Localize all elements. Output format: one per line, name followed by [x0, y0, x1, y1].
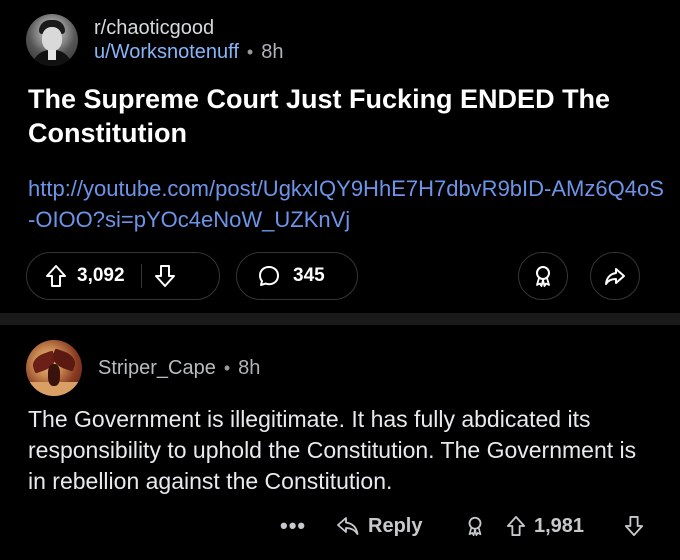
comment-award-button[interactable]	[464, 508, 486, 544]
post-action-bar: 3,092 345	[26, 252, 654, 302]
comment-meta-separator: •	[223, 357, 231, 378]
speech-bubble-icon	[257, 264, 281, 288]
meta-separator: •	[246, 42, 254, 62]
subreddit-name[interactable]: r/chaoticgood	[94, 16, 283, 40]
post-header: r/chaoticgood u/Worksnotenuff • 8h	[26, 14, 283, 66]
upvote-arrow-icon[interactable]	[506, 515, 526, 537]
comment-downvote-button[interactable]	[624, 508, 644, 544]
comment-header: Striper_Cape • 8h	[26, 340, 260, 396]
comment-score: 1,981	[534, 514, 585, 537]
share-button[interactable]	[590, 252, 640, 300]
award-ribbon-icon	[464, 514, 486, 538]
post-link[interactable]: http://youtube.com/post/UgkxIQY9HhE7H7db…	[28, 173, 668, 235]
comment-body: The Government is illegitimate. It has f…	[28, 406, 637, 494]
downvote-arrow-icon[interactable]	[154, 264, 176, 288]
award-ribbon-icon	[531, 264, 555, 288]
comment-author[interactable]: Striper_Cape	[98, 357, 216, 380]
post-meta: r/chaoticgood u/Worksnotenuff • 8h	[94, 16, 283, 64]
upvote-arrow-icon[interactable]	[45, 264, 67, 288]
award-button[interactable]	[518, 252, 568, 300]
share-arrow-icon	[603, 264, 627, 288]
vote-pill: 3,092	[26, 252, 220, 300]
reply-label: Reply	[368, 514, 423, 537]
subreddit-avatar[interactable]	[26, 14, 78, 66]
post-author-line: u/Worksnotenuff • 8h	[94, 40, 283, 64]
downvote-arrow-icon	[624, 515, 644, 537]
reply-arrow-icon	[336, 515, 360, 537]
comment-action-bar: ••• Reply 1,981	[280, 508, 660, 544]
vote-divider	[140, 264, 142, 288]
post-title[interactable]: The Supreme Court Just Fucking ENDED The…	[28, 82, 658, 150]
comment-meta: Striper_Cape • 8h	[98, 357, 260, 380]
comment-time: 8h	[238, 356, 261, 379]
post-author[interactable]: u/Worksnotenuff	[94, 40, 239, 64]
comment-author-avatar[interactable]	[26, 340, 82, 396]
post-time: 8h	[261, 41, 284, 63]
reply-button[interactable]: Reply	[336, 508, 422, 544]
post-score: 3,092	[77, 265, 125, 286]
comments-button[interactable]: 345	[236, 252, 358, 300]
comment-count: 345	[293, 265, 325, 286]
comment-vote-group: 1,981	[506, 508, 584, 544]
more-dots-icon[interactable]: •••	[280, 508, 306, 544]
post-comment-divider	[0, 313, 680, 325]
